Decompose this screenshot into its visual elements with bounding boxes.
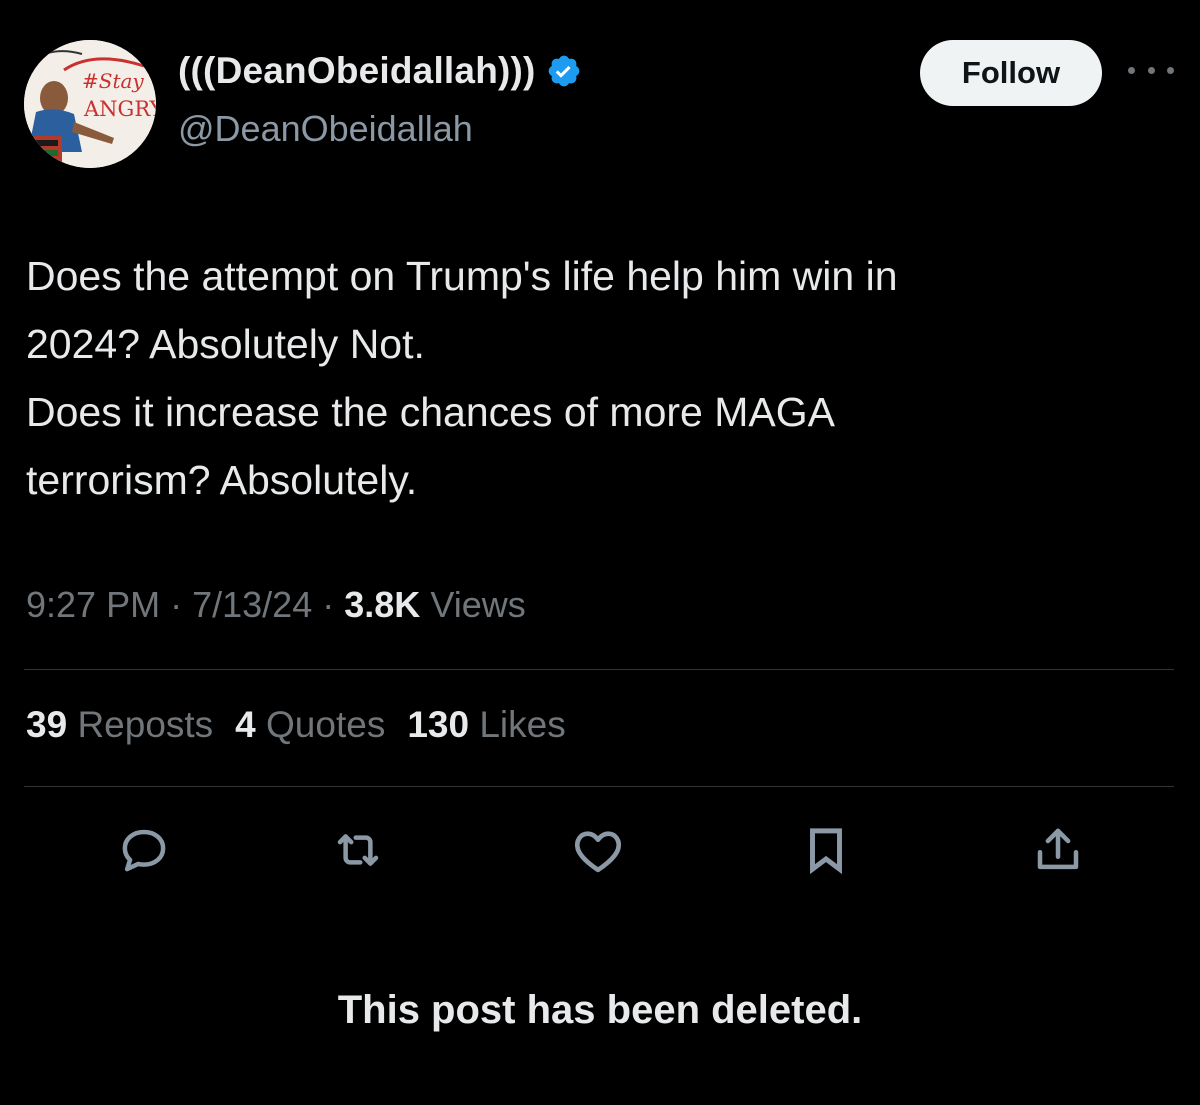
share-button[interactable]: [1030, 822, 1086, 878]
repost-button[interactable]: [330, 822, 386, 878]
user-handle[interactable]: @DeanObeidallah: [178, 108, 473, 150]
reposts-count: 39: [26, 704, 68, 745]
likes-count: 130: [407, 704, 470, 745]
post-date[interactable]: 7/13/24: [192, 584, 312, 625]
repost-icon: [331, 823, 385, 877]
post-text-line: terrorism? Absolutely.: [26, 457, 418, 503]
tweet-card: #Stay ANGRY (((DeanObeidallah))) @DeanOb…: [0, 0, 1200, 1105]
post-time[interactable]: 9:27 PM: [26, 584, 160, 625]
follow-button[interactable]: Follow: [920, 40, 1102, 106]
verified-badge-icon: [546, 53, 582, 89]
likes-label: Likes: [479, 704, 566, 745]
engagement-stats: 39 Reposts 4 Quotes 130 Likes: [26, 704, 566, 746]
bookmark-icon: [799, 823, 853, 877]
like-icon: [570, 822, 626, 878]
reposts-stat[interactable]: 39 Reposts: [26, 704, 213, 746]
meta-separator: ·: [322, 584, 335, 625]
views-count: 3.8K: [344, 584, 421, 625]
views-label: Views: [430, 584, 526, 625]
divider: [24, 669, 1174, 670]
quotes-count: 4: [235, 704, 256, 745]
post-meta: 9:27 PM · 7/13/24 · 3.8K Views: [26, 584, 526, 626]
share-icon: [1031, 823, 1085, 877]
avatar-text-stay: #Stay: [82, 69, 144, 93]
avatar[interactable]: #Stay ANGRY: [24, 40, 156, 168]
deleted-notice: This post has been deleted.: [337, 988, 863, 1032]
likes-stat[interactable]: 130 Likes: [407, 704, 565, 746]
quotes-stat[interactable]: 4 Quotes: [235, 704, 385, 746]
bookmark-button[interactable]: [798, 822, 854, 878]
like-button[interactable]: [570, 822, 626, 878]
post-text-line: Does it increase the chances of more MAG…: [26, 389, 835, 435]
reply-icon: [117, 823, 171, 877]
post-text: Does the attempt on Trump's life help hi…: [26, 242, 1156, 514]
meta-separator: ·: [170, 584, 183, 625]
display-name[interactable]: (((DeanObeidallah))): [178, 50, 582, 92]
post-text-line: 2024? Absolutely Not.: [26, 321, 425, 367]
more-options-icon[interactable]: [1128, 58, 1174, 82]
divider: [24, 786, 1174, 787]
reply-button[interactable]: [116, 822, 172, 878]
quotes-label: Quotes: [266, 704, 386, 745]
avatar-text-angry: ANGRY: [83, 97, 156, 121]
post-text-line: Does the attempt on Trump's life help hi…: [26, 253, 898, 299]
display-name-text[interactable]: (((DeanObeidallah))): [178, 50, 536, 92]
reposts-label: Reposts: [77, 704, 214, 745]
